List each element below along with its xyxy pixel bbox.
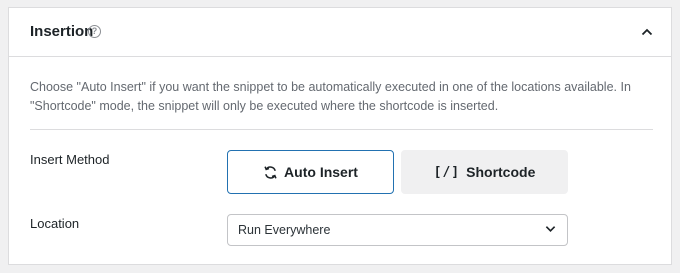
- panel-header[interactable]: Insertion ?: [9, 8, 671, 57]
- refresh-icon: [263, 165, 278, 180]
- panel-title: Insertion: [30, 23, 94, 40]
- shortcode-icon: [/]: [433, 164, 461, 180]
- collapse-button[interactable]: [637, 22, 657, 42]
- location-label: Location: [30, 216, 80, 231]
- insertion-panel: Insertion ? Choose "Auto Insert" if you …: [8, 7, 672, 265]
- divider: [30, 129, 653, 130]
- location-selected-value: Run Everywhere: [238, 223, 331, 237]
- question-circle-icon[interactable]: ?: [88, 25, 101, 38]
- insertion-description: Choose "Auto Insert" if you want the sni…: [30, 80, 631, 113]
- chevron-up-icon: [641, 28, 653, 36]
- location-select[interactable]: Run Everywhere: [227, 214, 568, 246]
- shortcode-label: Shortcode: [466, 164, 536, 180]
- chevron-down-icon: [545, 226, 556, 233]
- shortcode-button[interactable]: [/] Shortcode: [401, 150, 568, 194]
- auto-insert-label: Auto Insert: [284, 164, 358, 180]
- insert-method-label: Insert Method: [30, 152, 110, 167]
- auto-insert-button[interactable]: Auto Insert: [227, 150, 394, 194]
